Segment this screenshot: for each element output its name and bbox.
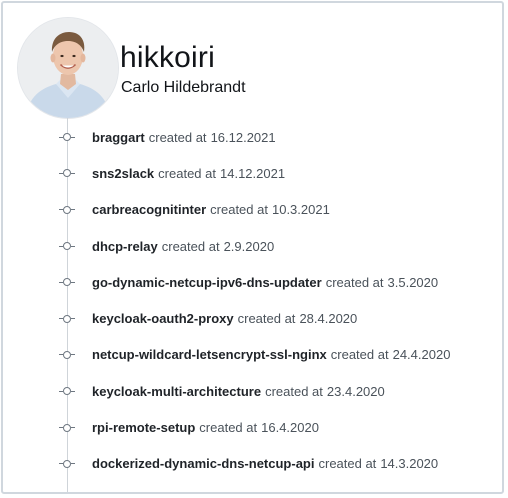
created-date: 2.9.2020 xyxy=(223,238,275,254)
created-label: created at xyxy=(210,202,268,218)
repo-link[interactable]: keycloak-oauth2-proxy xyxy=(92,311,234,326)
created-label: created at xyxy=(158,165,216,181)
repo-link[interactable]: dockerized-dynamic-dns-netcup-api xyxy=(92,456,314,471)
timeline-item: keycloak-multi-architecture created at 2… xyxy=(3,373,502,409)
created-date: 24.4.2020 xyxy=(392,347,451,363)
avatar[interactable] xyxy=(18,18,118,118)
timeline-item: go-dynamic-netcup-ipv6-dns-updater creat… xyxy=(3,264,502,300)
full-name: Carlo Hildebrandt xyxy=(121,79,246,96)
profile-card: hikkoiri Carlo Hildebrandt braggart crea… xyxy=(1,1,504,494)
commit-node-icon xyxy=(59,387,75,396)
created-label: created at xyxy=(199,420,258,436)
repo-link[interactable]: go-dynamic-netcup-ipv6-dns-updater xyxy=(92,275,322,290)
repo-link[interactable]: braggart xyxy=(92,130,145,145)
commit-node-icon xyxy=(59,278,75,287)
commit-node-icon xyxy=(59,133,75,142)
timeline-item: dockerized-dynamic-dns-netcup-api create… xyxy=(3,446,502,482)
created-date: 10.3.2021 xyxy=(271,202,330,218)
created-date: 16.4.2020 xyxy=(261,420,319,436)
timeline-item: sns2slack created at 14.12.2021 xyxy=(3,155,502,191)
created-date: 28.4.2020 xyxy=(299,311,358,327)
timeline-item: carbreacognitinter created at 10.3.2021 xyxy=(3,192,502,228)
created-label: created at xyxy=(237,311,296,327)
repo-link[interactable]: sns2slack xyxy=(92,166,154,181)
created-label: created at xyxy=(318,456,377,472)
username: hikkoiri xyxy=(120,41,215,74)
repo-link[interactable]: netcup-wildcard-letsencrypt-ssl-nginx xyxy=(92,347,327,362)
timeline-item: dhcp-relay created at 2.9.2020 xyxy=(3,228,502,264)
commit-node-icon xyxy=(59,350,75,359)
repo-link[interactable]: keycloak-multi-architecture xyxy=(92,384,261,399)
commit-node-icon xyxy=(59,314,75,323)
created-label: created at xyxy=(330,347,389,363)
created-label: created at xyxy=(325,274,384,290)
commit-node-icon xyxy=(59,169,75,178)
created-date: 16.12.2021 xyxy=(210,129,276,145)
commit-node-icon xyxy=(59,423,75,432)
created-label: created at xyxy=(161,238,220,254)
created-date: 14.3.2020 xyxy=(380,456,439,472)
commit-node-icon xyxy=(59,242,75,251)
repo-link[interactable]: carbreacognitinter xyxy=(92,202,206,217)
commit-node-icon xyxy=(59,459,75,468)
repo-link[interactable]: rpi-remote-setup xyxy=(92,420,195,435)
repo-timeline: braggart created at 16.12.2021 sns2slack… xyxy=(3,119,502,482)
created-date: 3.5.2020 xyxy=(387,274,439,290)
commit-node-icon xyxy=(59,205,75,214)
created-date: 14.12.2021 xyxy=(220,165,286,181)
timeline-item: netcup-wildcard-letsencrypt-ssl-nginx cr… xyxy=(3,337,502,373)
avatar-photo xyxy=(18,18,118,118)
repo-link[interactable]: dhcp-relay xyxy=(92,239,158,254)
timeline-item: keycloak-oauth2-proxy created at 28.4.20… xyxy=(3,300,502,336)
created-date: 23.4.2020 xyxy=(326,383,385,399)
timeline-item: braggart created at 16.12.2021 xyxy=(3,119,502,155)
created-label: created at xyxy=(265,383,323,399)
timeline-item: rpi-remote-setup created at 16.4.2020 xyxy=(3,409,502,445)
created-label: created at xyxy=(148,129,207,145)
